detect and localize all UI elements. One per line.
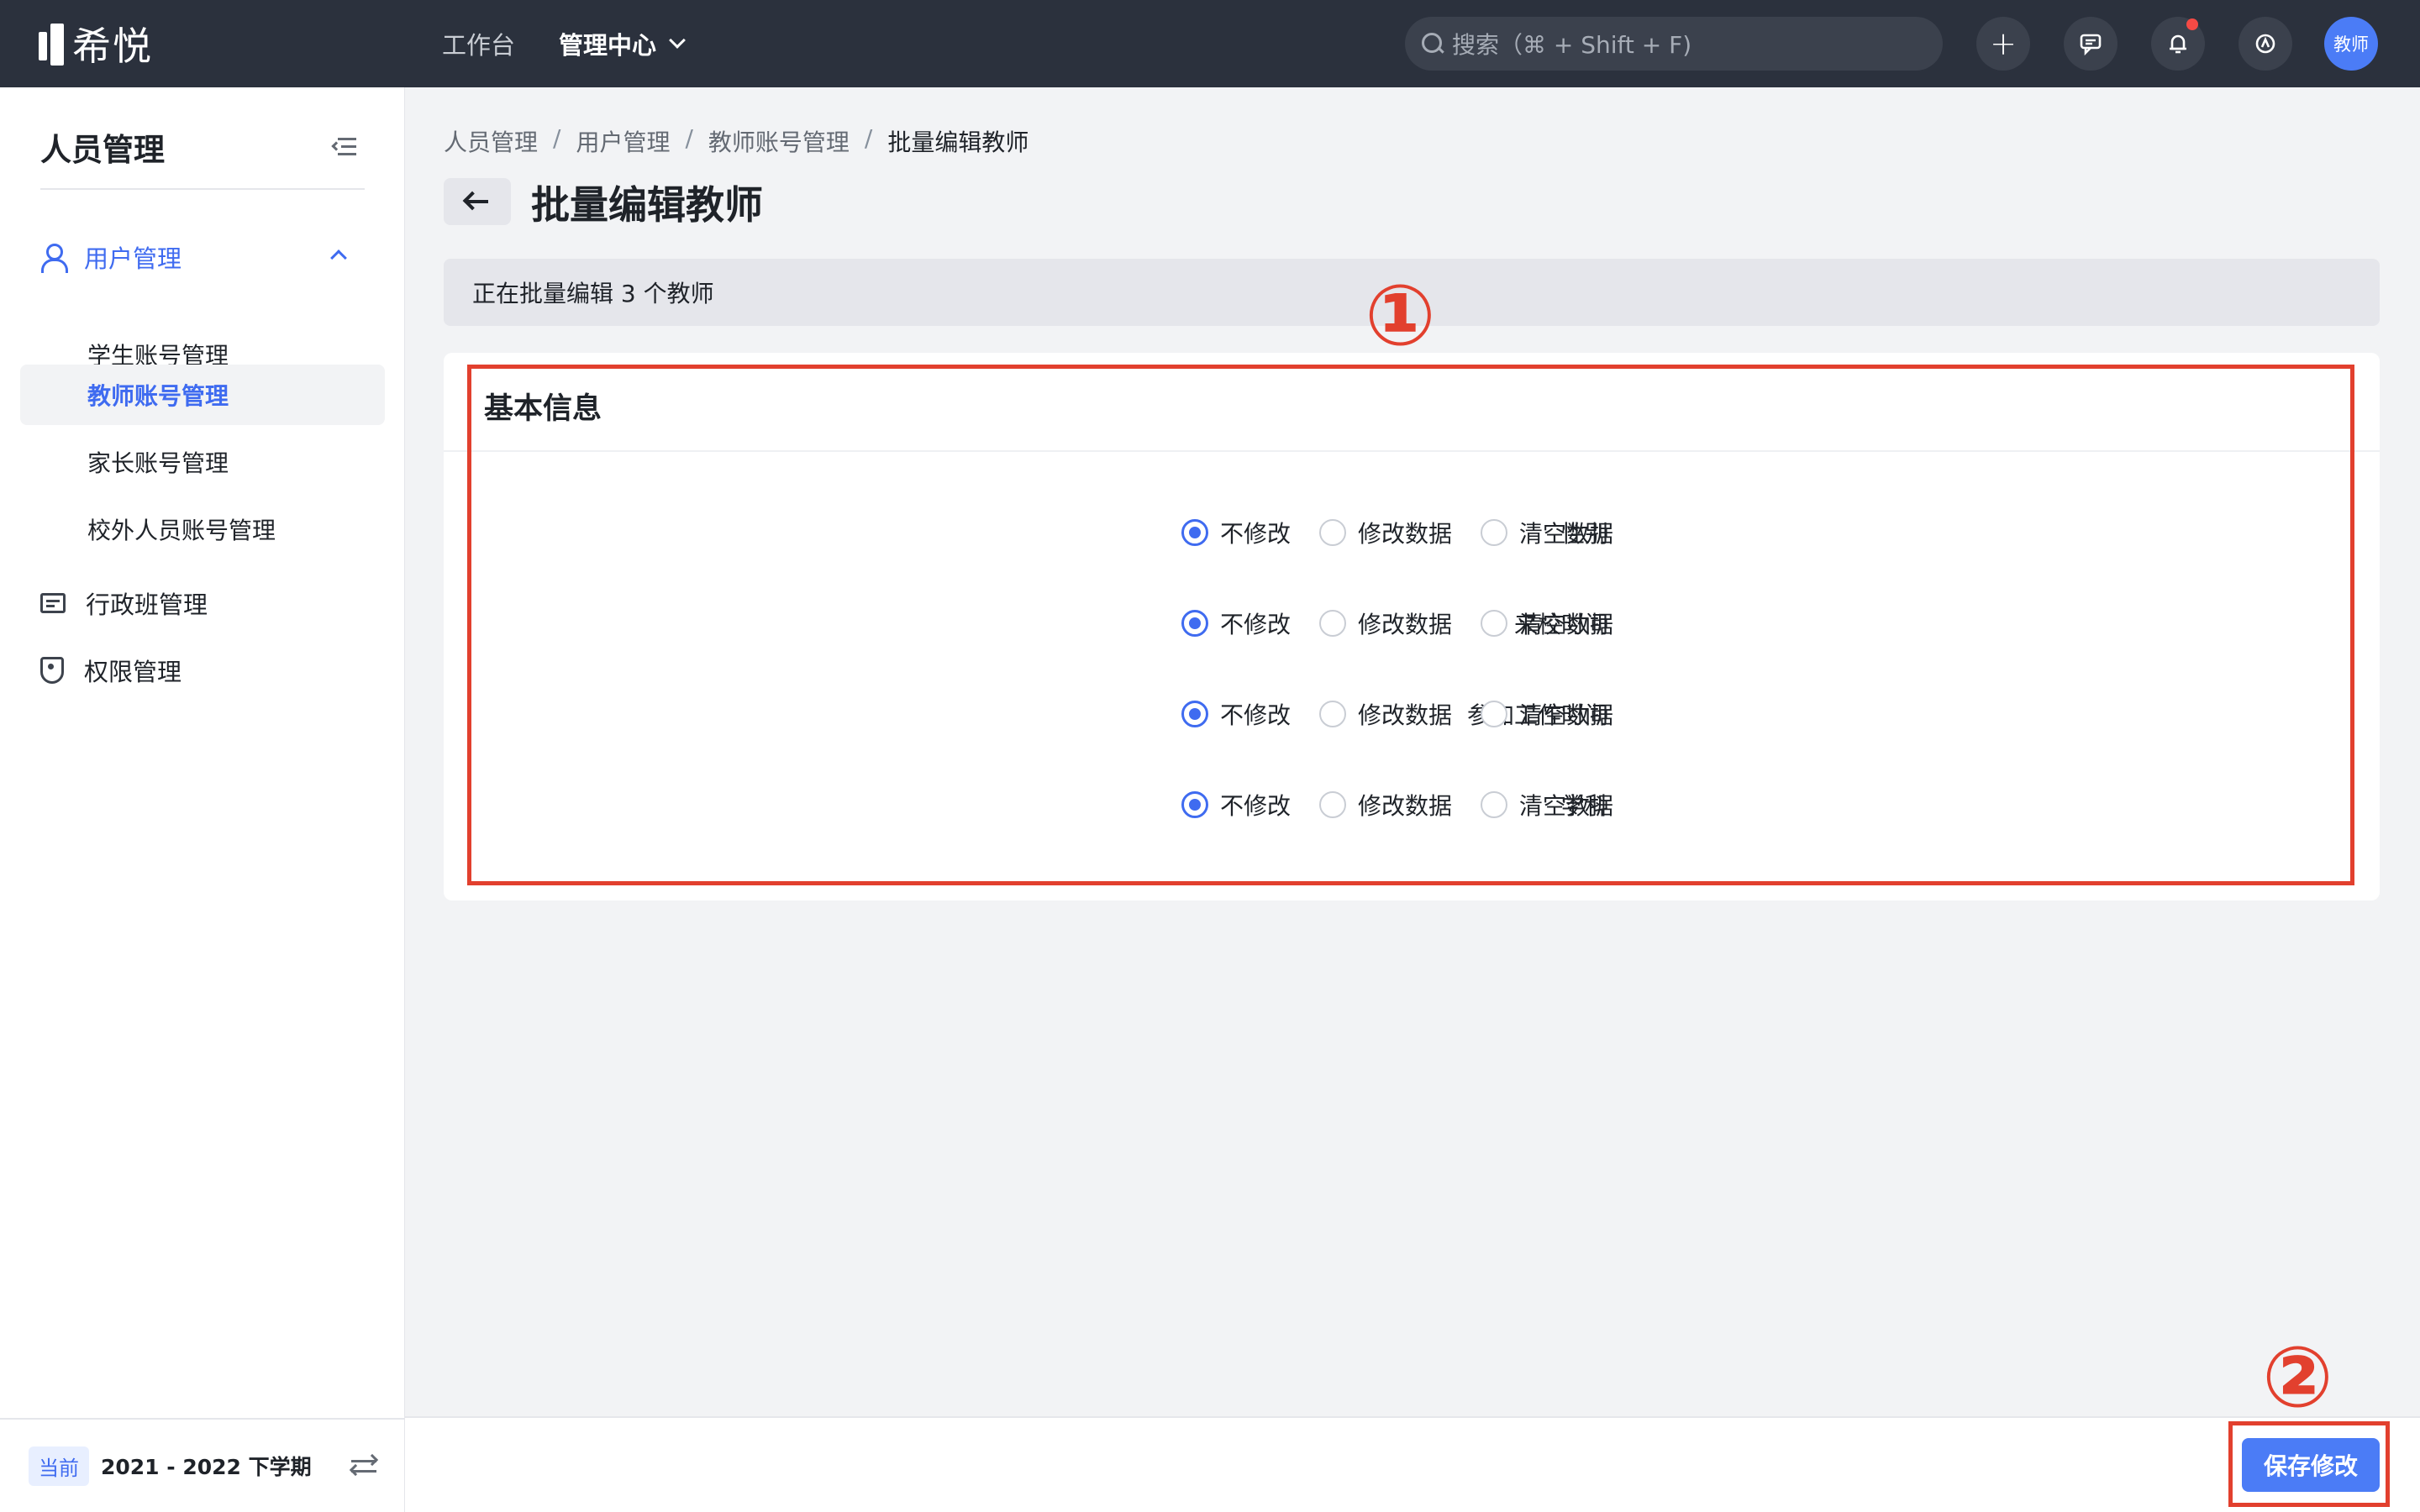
- sidebar-item-external-accounts[interactable]: 校外人员账号管理: [20, 499, 385, 559]
- avatar[interactable]: 教师: [2324, 17, 2378, 71]
- breadcrumb-item[interactable]: 人员管理: [444, 124, 538, 158]
- annotation-box-2: [2228, 1421, 2390, 1507]
- back-button[interactable]: [444, 178, 511, 225]
- annotation-number-2: ②: [2262, 1328, 2333, 1426]
- nav-admin-center[interactable]: 管理中心: [559, 26, 686, 61]
- nav-workbench[interactable]: 工作台: [442, 26, 515, 61]
- add-button[interactable]: +: [1976, 17, 2030, 71]
- messages-button[interactable]: [2064, 17, 2118, 71]
- breadcrumb-separator: /: [685, 124, 693, 152]
- class-icon: [40, 593, 66, 613]
- top-bar: 希悦 工作台 管理中心 搜索（⌘ + Shift + F) + 教师: [0, 0, 2420, 87]
- search-input[interactable]: 搜索（⌘ + Shift + F): [1405, 17, 1943, 71]
- arrow-left-icon: [466, 200, 488, 203]
- chat-icon: [2080, 34, 2102, 55]
- app-name: 希悦: [72, 24, 153, 69]
- app-logo[interactable]: 希悦: [39, 20, 153, 69]
- compass-icon: [2255, 34, 2275, 54]
- chevron-down-icon: [669, 32, 686, 49]
- footer-bar: [405, 1416, 2420, 1512]
- sidebar-item-teacher-accounts[interactable]: 教师账号管理: [20, 365, 385, 425]
- sidebar-item-label: 行政班管理: [86, 591, 208, 619]
- user-icon: [40, 244, 68, 273]
- term-badge: 当前: [29, 1446, 89, 1486]
- plus-icon: +: [1990, 25, 2017, 62]
- sidebar-item-admin-class[interactable]: 行政班管理: [40, 583, 365, 623]
- breadcrumb-item[interactable]: 用户管理: [576, 124, 670, 158]
- annotation-number-1: ①: [1365, 266, 1436, 365]
- sidebar-collapse-icon[interactable]: [331, 136, 356, 156]
- sidebar-title: 人员管理: [40, 132, 165, 168]
- term-selector[interactable]: 当前 2021 - 2022 下学期: [0, 1418, 405, 1512]
- bell-icon: [2170, 34, 2186, 54]
- page-title: 批量编辑教师: [531, 182, 763, 228]
- notification-dot: [2186, 18, 2198, 30]
- top-nav: 工作台 管理中心: [442, 0, 686, 87]
- breadcrumb-separator: /: [864, 124, 873, 152]
- breadcrumb-current: 批量编辑教师: [887, 129, 1029, 156]
- breadcrumb-separator: /: [553, 124, 561, 152]
- shield-icon: [40, 657, 64, 684]
- search-icon: [1422, 33, 1444, 55]
- sidebar-group-label: 用户管理: [84, 244, 182, 273]
- sidebar-divider: [40, 188, 365, 190]
- swap-icon[interactable]: [349, 1453, 379, 1477]
- nav-admin-center-label: 管理中心: [559, 31, 657, 60]
- term-text: 2021 - 2022 下学期: [101, 1455, 312, 1479]
- sidebar-item-label: 权限管理: [84, 658, 182, 686]
- annotation-box-1: [467, 365, 2354, 885]
- batch-info-text: 正在批量编辑 3 个教师: [472, 280, 714, 307]
- notifications-button[interactable]: [2151, 17, 2205, 71]
- search-placeholder: 搜索（⌘ + Shift + F): [1452, 31, 1692, 59]
- chevron-up-icon: [330, 249, 347, 266]
- nav-workbench-label: 工作台: [442, 31, 516, 60]
- sidebar-group-user-management[interactable]: 用户管理: [40, 237, 365, 277]
- breadcrumb-item[interactable]: 教师账号管理: [708, 124, 850, 158]
- app-switch-button[interactable]: [2238, 17, 2292, 71]
- breadcrumb: 人员管理 / 用户管理 / 教师账号管理 / 批量编辑教师: [444, 124, 1028, 158]
- sidebar-item-permissions[interactable]: 权限管理: [40, 650, 365, 690]
- logo-mark-icon: [39, 22, 66, 66]
- sidebar-item-parent-accounts[interactable]: 家长账号管理: [20, 432, 385, 492]
- sidebar: 人员管理 用户管理 学生账号管理 教师账号管理 家长账号管理 校外人员账号管理 …: [0, 87, 405, 1512]
